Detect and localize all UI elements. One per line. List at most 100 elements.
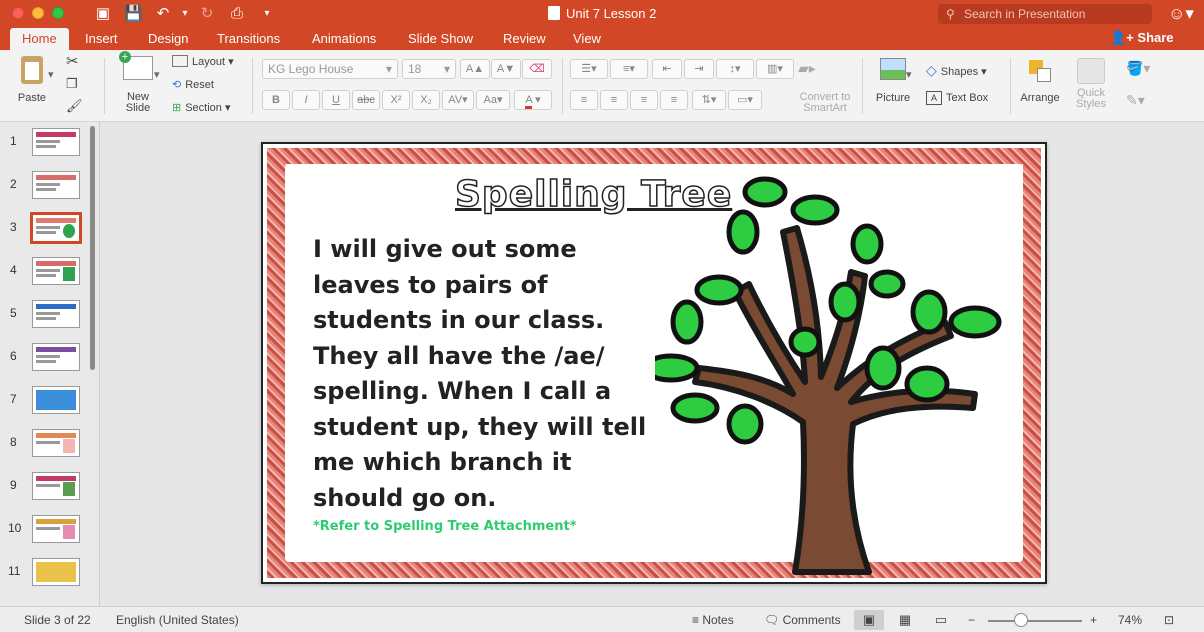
- leaf: [726, 403, 764, 445]
- shape-outline-icon[interactable]: ✎▾: [1126, 92, 1145, 109]
- zoom-out-button[interactable]: −: [968, 613, 975, 627]
- align-center-icon[interactable]: ≡: [600, 90, 628, 110]
- thumbnail-slide-10[interactable]: 10: [0, 511, 99, 554]
- change-case-icon[interactable]: Aa▾: [476, 90, 510, 110]
- thumbnail-slide-2[interactable]: 2: [0, 167, 99, 210]
- align-left-icon[interactable]: ≡: [570, 90, 598, 110]
- format-painter-icon[interactable]: 🖌: [66, 98, 83, 114]
- search-input[interactable]: ⚲ Search in Presentation: [938, 4, 1152, 24]
- thumbnail-slide-9[interactable]: 9: [0, 468, 99, 511]
- thumbnail-slide-7[interactable]: 7: [0, 382, 99, 425]
- columns-icon[interactable]: ▥▾: [756, 59, 794, 79]
- shapes-button[interactable]: ◇ Shapes ▾: [926, 62, 987, 79]
- notes-button[interactable]: ≡ Notes: [692, 613, 734, 627]
- customize-toolbar-icon[interactable]: ▾: [258, 5, 276, 23]
- italic-button[interactable]: I: [292, 90, 320, 110]
- tab-transitions[interactable]: Transitions: [217, 28, 280, 50]
- text-box-button[interactable]: A Text Box: [926, 91, 988, 105]
- character-spacing-icon[interactable]: AV▾: [442, 90, 474, 110]
- fit-to-window-icon[interactable]: ⊡: [1164, 613, 1174, 627]
- tab-design[interactable]: Design: [148, 28, 188, 50]
- decrease-indent-icon[interactable]: ⇤: [652, 59, 682, 79]
- font-size-field[interactable]: 18 ▾: [402, 59, 456, 79]
- bullets-icon[interactable]: ☰▾: [570, 59, 608, 79]
- numbering-icon[interactable]: ≡▾: [610, 59, 648, 79]
- presenter-view-button[interactable]: ▭: [926, 610, 956, 630]
- tree-illustration[interactable]: [655, 172, 1015, 578]
- align-text-icon[interactable]: ▭▾: [728, 90, 762, 110]
- comments-button[interactable]: 🗨 Comments: [764, 613, 841, 627]
- text-direction-icon[interactable]: ⇅▾: [692, 90, 726, 110]
- font-name-field[interactable]: KG Lego House ▾: [262, 59, 398, 79]
- language-indicator[interactable]: English (United States): [116, 613, 239, 627]
- picture-button[interactable]: Picture: [872, 58, 914, 104]
- tab-review[interactable]: Review: [503, 28, 546, 50]
- quick-styles-button[interactable]: Quick Styles: [1068, 58, 1114, 110]
- zoom-in-button[interactable]: +: [1090, 613, 1097, 627]
- slide[interactable]: Spelling Tree I will give out some leave…: [261, 142, 1047, 584]
- tab-home[interactable]: Home: [10, 28, 69, 50]
- clear-formatting-icon[interactable]: ⌫: [522, 59, 552, 79]
- thumbnail-slide-5[interactable]: 5: [0, 296, 99, 339]
- font-color-button[interactable]: A ▾: [514, 90, 552, 110]
- strikethrough-button[interactable]: abc: [352, 90, 380, 110]
- new-slide-button[interactable]: + New Slide: [118, 51, 158, 114]
- increase-font-size-button[interactable]: A▲: [460, 59, 490, 79]
- line-spacing-icon[interactable]: ↕▾: [716, 59, 754, 79]
- minimize-window-button[interactable]: [32, 7, 44, 19]
- tab-view[interactable]: View: [573, 28, 601, 50]
- thumbnail-slide-8[interactable]: 8: [0, 425, 99, 468]
- layout-button[interactable]: Layout ▾: [172, 55, 234, 68]
- superscript-button[interactable]: X²: [382, 90, 410, 110]
- cut-icon[interactable]: ✂: [66, 52, 79, 70]
- close-window-button[interactable]: [12, 7, 24, 19]
- copy-icon[interactable]: ❐: [66, 76, 78, 92]
- paste-dropdown-icon[interactable]: ▾: [48, 68, 54, 81]
- convert-to-smartart-button[interactable]: Convert to SmartArt: [796, 92, 854, 114]
- zoom-slider-track[interactable]: [988, 620, 1082, 622]
- undo-dropdown-icon[interactable]: ▾: [176, 5, 194, 23]
- thumbnail-slide-1[interactable]: 1: [0, 124, 99, 167]
- redo-icon[interactable]: ↻: [198, 5, 216, 23]
- tab-animations[interactable]: Animations: [312, 28, 376, 50]
- bold-button[interactable]: B: [262, 90, 290, 110]
- tab-slide-show[interactable]: Slide Show: [408, 28, 473, 50]
- text-box-icon: A: [926, 91, 942, 105]
- reset-button[interactable]: ⟲ Reset: [172, 78, 214, 91]
- increase-indent-icon[interactable]: ⇥: [684, 59, 714, 79]
- slide-body-text[interactable]: I will give out some leaves to pairs of …: [313, 232, 669, 516]
- normal-view-button[interactable]: ▣: [854, 610, 884, 630]
- slide-sorter-view-button[interactable]: ▦: [890, 610, 920, 630]
- zoom-level[interactable]: 74%: [1118, 613, 1142, 627]
- slide-reference-note[interactable]: *Refer to Spelling Tree Attachment*: [313, 519, 577, 534]
- leaf: [868, 269, 906, 299]
- thumbnail-image-selected: [30, 212, 82, 244]
- undo-icon[interactable]: ↶: [154, 5, 172, 23]
- shape-fill-icon[interactable]: 🪣▾: [1126, 60, 1150, 77]
- underline-button[interactable]: U: [322, 90, 350, 110]
- subscript-button[interactable]: X₂: [412, 90, 440, 110]
- sidebar-toggle-icon[interactable]: ▣: [94, 5, 112, 23]
- section-button[interactable]: ⊞ Section ▾: [172, 101, 231, 114]
- thumbnails-scrollbar[interactable]: [90, 126, 95, 370]
- share-button[interactable]: 👤+ Share: [1110, 30, 1174, 46]
- maximize-window-button[interactable]: [52, 7, 64, 19]
- print-icon[interactable]: ⎙: [228, 5, 246, 23]
- leaf: [670, 392, 720, 424]
- justify-icon[interactable]: ≡: [660, 90, 688, 110]
- zoom-slider-handle[interactable]: [1014, 613, 1028, 627]
- thumbnail-slide-11[interactable]: 11: [0, 554, 99, 597]
- new-slide-dropdown-icon[interactable]: ▾: [154, 68, 160, 81]
- paste-button[interactable]: Paste: [12, 56, 52, 104]
- feedback-smiley-icon[interactable]: ☺▾: [1168, 4, 1194, 24]
- decrease-font-size-button[interactable]: A▼: [491, 59, 521, 79]
- picture-dropdown-icon[interactable]: ▾: [906, 68, 912, 81]
- save-icon[interactable]: 💾: [124, 5, 143, 23]
- arrange-button[interactable]: Arrange: [1016, 58, 1064, 104]
- thumbnail-slide-6[interactable]: 6: [0, 339, 99, 382]
- thumbnail-slide-4[interactable]: 4: [0, 253, 99, 296]
- thumbnail-slide-3[interactable]: 3: [0, 210, 99, 253]
- notes-icon: ≡: [692, 613, 703, 627]
- align-right-icon[interactable]: ≡: [630, 90, 658, 110]
- tab-insert[interactable]: Insert: [85, 28, 118, 50]
